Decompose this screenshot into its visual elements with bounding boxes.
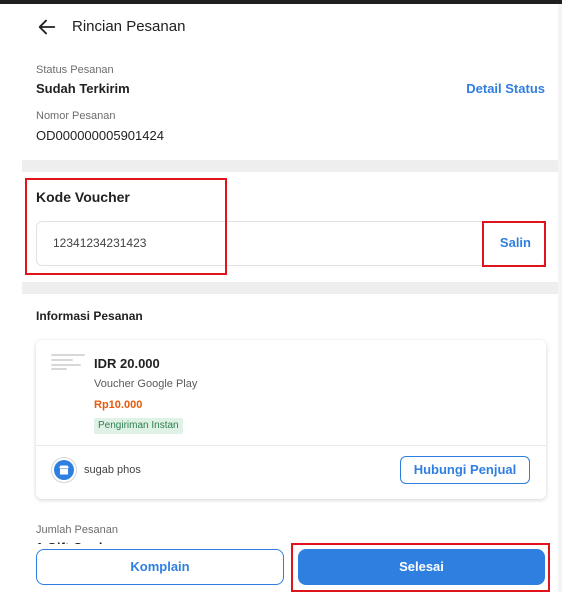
copy-button[interactable]: Salin <box>500 235 531 250</box>
order-status-card: Status Pesanan Sudah Terkirim Detail Sta… <box>22 50 558 160</box>
order-number-label: Nomor Pesanan <box>36 110 116 122</box>
voucher-code: 12341234231423 <box>53 236 147 250</box>
divider <box>36 445 546 446</box>
quantity-label: Jumlah Pesanan <box>36 524 118 536</box>
page-header: Rincian Pesanan <box>22 4 558 50</box>
seller-name: sugab phos <box>84 464 141 476</box>
status-label: Status Pesanan <box>36 64 114 76</box>
product-name: IDR 20.000 <box>94 356 160 371</box>
page-title: Rincian Pesanan <box>72 18 186 35</box>
complain-button[interactable]: Komplain <box>36 549 284 585</box>
voucher-code-field: 12341234231423 Salin <box>36 221 546 266</box>
product-thumbnail-icon <box>51 354 85 370</box>
product-price: Rp10.000 <box>94 399 143 411</box>
arrow-left-icon[interactable] <box>36 16 58 38</box>
done-button[interactable]: Selesai <box>298 549 545 585</box>
order-detail-page: Rincian Pesanan Status Pesanan Sudah Ter… <box>0 4 562 592</box>
scrollbar-track[interactable] <box>558 4 562 592</box>
voucher-title: Kode Voucher <box>36 189 130 205</box>
product-card: IDR 20.000 Voucher Google Play Rp10.000 … <box>36 340 546 499</box>
contact-seller-button[interactable]: Hubungi Penjual <box>400 456 530 484</box>
voucher-card: Kode Voucher 12341234231423 Salin <box>22 172 558 282</box>
order-number-value: OD000000005901424 <box>36 128 164 143</box>
status-value: Sudah Terkirim <box>36 81 130 96</box>
order-info-title: Informasi Pesanan <box>36 309 143 323</box>
detail-status-link[interactable]: Detail Status <box>466 81 545 96</box>
seller-store-icon <box>51 457 77 483</box>
bottom-action-bar: Komplain Selesai <box>22 544 558 592</box>
product-subtitle: Voucher Google Play <box>94 378 198 390</box>
left-gutter <box>0 4 22 592</box>
delivery-badge: Pengiriman Instan <box>94 418 183 434</box>
